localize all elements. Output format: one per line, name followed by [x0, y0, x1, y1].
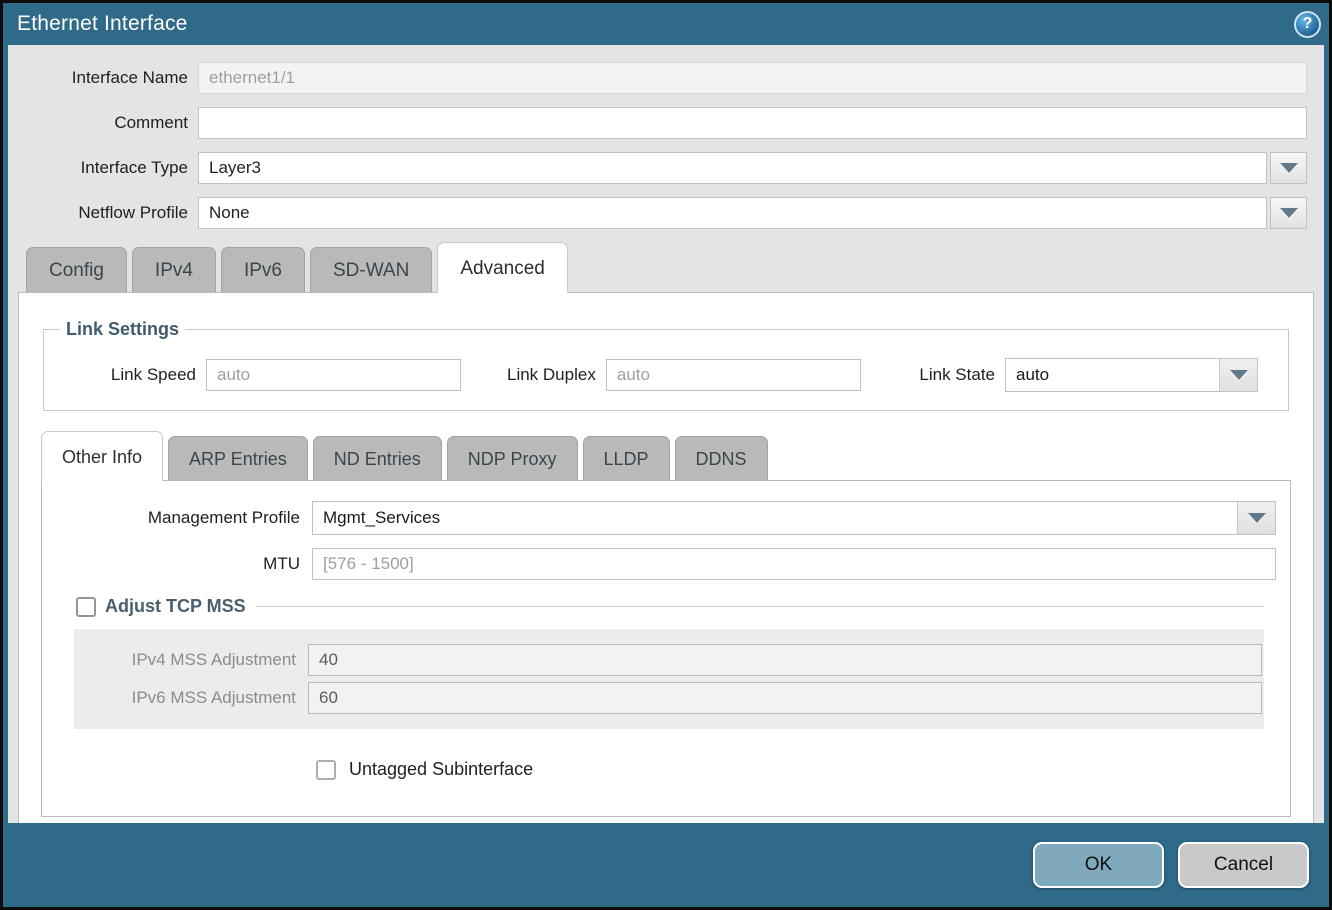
link-state-label: Link State	[919, 365, 1005, 385]
management-profile-value: Mgmt_Services	[313, 502, 1237, 534]
other-info-panel: Management Profile Mgmt_Services MTU Adj…	[41, 480, 1291, 817]
footer-bar: OK Cancel	[3, 823, 1329, 907]
link-settings-legend: Link Settings	[60, 319, 185, 340]
ipv4-mss-label: IPv4 MSS Adjustment	[76, 650, 308, 670]
help-icon[interactable]: ?	[1294, 11, 1321, 38]
link-settings-group: Link Settings Link Speed Link Duplex Lin…	[43, 319, 1289, 411]
subtab-lldp[interactable]: LLDP	[583, 436, 670, 480]
mtu-label: MTU	[50, 554, 312, 574]
interface-name-label: Interface Name	[8, 68, 198, 88]
link-duplex-field[interactable]	[606, 359, 861, 391]
ipv6-mss-row: IPv6 MSS Adjustment	[74, 682, 1264, 714]
link-speed-field[interactable]	[206, 359, 461, 391]
tab-sdwan[interactable]: SD-WAN	[310, 247, 432, 292]
subtab-ndp-proxy[interactable]: NDP Proxy	[447, 436, 578, 480]
tab-advanced[interactable]: Advanced	[437, 242, 568, 293]
untagged-subinterface-label: Untagged Subinterface	[349, 759, 533, 780]
titlebar: Ethernet Interface ?	[3, 3, 1329, 45]
adjust-tcp-mss-label: Adjust TCP MSS	[105, 596, 246, 617]
management-profile-label: Management Profile	[50, 508, 312, 528]
netflow-profile-label: Netflow Profile	[8, 203, 198, 223]
interface-name-field	[198, 62, 1307, 94]
ipv6-mss-field	[308, 682, 1262, 714]
dialog-body: Interface Name Comment Interface Type Ne…	[8, 45, 1324, 823]
untagged-subinterface-row: Untagged Subinterface	[316, 759, 1276, 780]
interface-name-row: Interface Name	[8, 62, 1307, 94]
interface-type-label: Interface Type	[8, 158, 198, 178]
advanced-tab-panel: Link Settings Link Speed Link Duplex Lin…	[18, 292, 1314, 823]
cancel-button[interactable]: Cancel	[1178, 842, 1309, 888]
mtu-field[interactable]	[312, 548, 1276, 580]
comment-row: Comment	[8, 107, 1307, 139]
link-state-select[interactable]: auto	[1005, 358, 1258, 392]
untagged-subinterface-checkbox[interactable]	[316, 760, 336, 780]
management-profile-dropdown-button[interactable]	[1237, 502, 1275, 534]
comment-field[interactable]	[198, 107, 1307, 139]
link-state-dropdown-button[interactable]	[1219, 359, 1257, 391]
chevron-down-icon	[1280, 163, 1298, 173]
ipv4-mss-row: IPv4 MSS Adjustment	[74, 644, 1264, 676]
ok-button[interactable]: OK	[1033, 842, 1164, 888]
tab-ipv4[interactable]: IPv4	[132, 247, 216, 292]
subtab-nd-entries[interactable]: ND Entries	[313, 436, 442, 480]
mss-disabled-panel: IPv4 MSS Adjustment IPv6 MSS Adjustment	[74, 629, 1264, 729]
tab-config[interactable]: Config	[26, 247, 127, 292]
mtu-row: MTU	[50, 548, 1276, 580]
main-tabstrip: Config IPv4 IPv6 SD-WAN Advanced	[8, 242, 1324, 292]
link-duplex-label: Link Duplex	[507, 365, 606, 385]
ipv6-mss-label: IPv6 MSS Adjustment	[76, 688, 308, 708]
comment-label: Comment	[8, 113, 198, 133]
netflow-profile-dropdown-button[interactable]	[1270, 197, 1307, 229]
interface-type-field[interactable]	[198, 152, 1267, 184]
dialog-title: Ethernet Interface	[17, 12, 188, 36]
interface-type-row: Interface Type	[8, 152, 1307, 184]
adjust-tcp-mss-checkbox[interactable]	[76, 597, 96, 617]
interface-type-dropdown-button[interactable]	[1270, 152, 1307, 184]
chevron-down-icon	[1280, 208, 1298, 218]
link-state-value: auto	[1006, 359, 1219, 391]
netflow-profile-field[interactable]	[198, 197, 1267, 229]
sub-tabstrip: Other Info ARP Entries ND Entries NDP Pr…	[19, 431, 1313, 480]
chevron-down-icon	[1230, 370, 1248, 380]
subtab-arp-entries[interactable]: ARP Entries	[168, 436, 308, 480]
link-speed-label: Link Speed	[56, 365, 206, 385]
chevron-down-icon	[1248, 513, 1266, 523]
management-profile-row: Management Profile Mgmt_Services	[50, 501, 1276, 535]
netflow-profile-row: Netflow Profile	[8, 197, 1307, 229]
adjust-tcp-mss-group: Adjust TCP MSS IPv4 MSS Adjustment IPv6 …	[74, 596, 1264, 729]
subtab-other-info[interactable]: Other Info	[41, 431, 163, 481]
tab-ipv6[interactable]: IPv6	[221, 247, 305, 292]
ethernet-interface-dialog: Ethernet Interface ? Interface Name Comm…	[0, 0, 1332, 910]
management-profile-select[interactable]: Mgmt_Services	[312, 501, 1276, 535]
ipv4-mss-field	[308, 644, 1262, 676]
subtab-ddns[interactable]: DDNS	[675, 436, 768, 480]
